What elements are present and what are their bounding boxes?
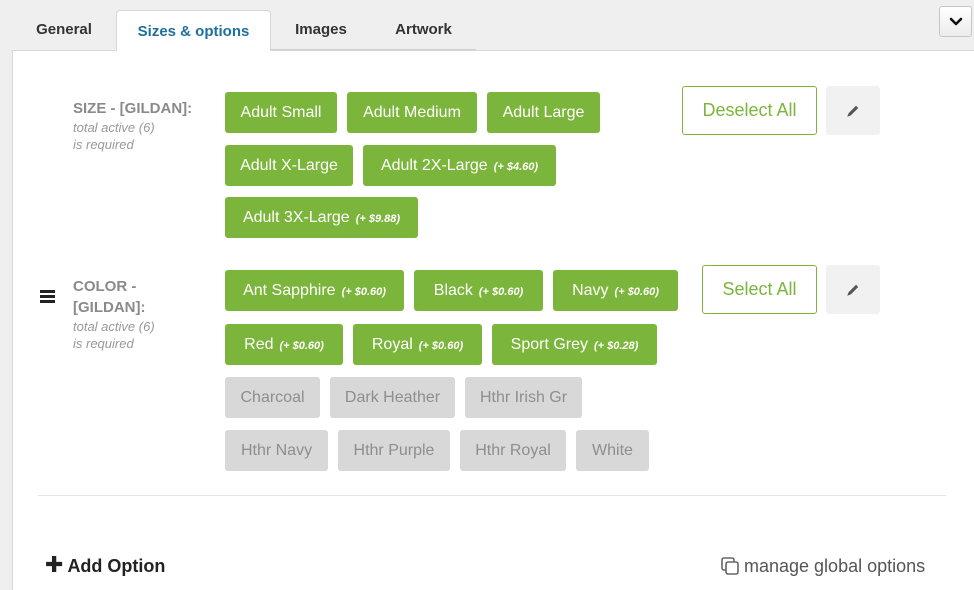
color-chip-hthr-royal[interactable]: Hthr Royal xyxy=(460,430,566,471)
color-option-required: is required xyxy=(73,336,134,351)
color-chip-sport-grey[interactable]: Sport Grey (+ $0.28) xyxy=(492,324,657,365)
size-chip-adult-medium[interactable]: Adult Medium xyxy=(347,92,477,133)
chip-label: Sport Grey xyxy=(510,336,588,353)
chip-price: (+ $0.60) xyxy=(614,286,659,298)
color-chip-black[interactable]: Black (+ $0.60) xyxy=(414,270,543,311)
size-option-title: SIZE - [GILDAN]: xyxy=(73,100,193,117)
chip-price: (+ $0.60) xyxy=(341,286,386,298)
chip-label: Hthr Purple xyxy=(353,442,435,459)
color-chip-hthr-purple[interactable]: Hthr Purple xyxy=(338,430,450,471)
chip-label: Charcoal xyxy=(240,389,305,406)
sizes-options-panel: SIZE - [GILDAN]: total active (6) is req… xyxy=(12,50,974,590)
chip-label: Adult 2X-Large xyxy=(380,157,488,174)
color-option-total-active: total active (6) xyxy=(73,319,155,334)
chip-label: Red xyxy=(244,336,274,353)
color-select-all-button[interactable]: Select All xyxy=(702,265,817,314)
chip-label: Dark Heather xyxy=(344,389,441,406)
chip-label: Hthr Navy xyxy=(240,442,313,459)
size-option-total-active: total active (6) xyxy=(73,120,155,135)
chip-label: Adult Medium xyxy=(363,104,461,121)
add-option-label: Add Option xyxy=(67,556,166,576)
color-option-title-line1: COLOR - xyxy=(73,278,137,295)
chip-label: Ant Sapphire xyxy=(243,282,336,299)
color-chip-hthr-irish-gr[interactable]: Hthr Irish Gr xyxy=(465,377,582,418)
copy-icon xyxy=(721,557,739,575)
color-edit-button[interactable] xyxy=(826,265,880,314)
chip-price: (+ $0.60) xyxy=(478,286,524,298)
size-edit-button[interactable] xyxy=(826,86,880,135)
color-chip-navy[interactable]: Navy (+ $0.60) xyxy=(553,270,678,311)
chip-label: Black xyxy=(433,282,473,299)
tab-bar: General Sizes & options Images Artwork xyxy=(0,0,974,52)
chip-label: Adult X-Large xyxy=(240,157,338,174)
size-chip-adult-3x-large[interactable]: Adult 3X-Large (+ $9.88) xyxy=(225,197,418,238)
size-chip-adult-2x-large[interactable]: Adult 2X-Large (+ $4.60) xyxy=(363,145,556,186)
color-chip-dark-heather[interactable]: Dark Heather xyxy=(330,377,455,418)
chip-price: (+ $0.28) xyxy=(594,340,639,352)
chip-price: (+ $4.60) xyxy=(493,161,539,173)
color-chip-ant-sapphire[interactable]: Ant Sapphire (+ $0.60) xyxy=(225,270,404,311)
color-chip-red[interactable]: Red (+ $0.60) xyxy=(225,324,343,365)
chip-price: (+ $9.88) xyxy=(355,213,401,225)
chip-label: Adult 3X-Large xyxy=(242,209,350,226)
size-chip-adult-large[interactable]: Adult Large xyxy=(487,92,600,133)
chip-label: Adult Small xyxy=(240,104,322,121)
chevron-down-icon xyxy=(949,17,962,25)
pencil-icon xyxy=(847,105,859,117)
chip-label: Hthr Irish Gr xyxy=(479,389,568,406)
section-divider xyxy=(38,495,946,496)
color-chip-hthr-navy[interactable]: Hthr Navy xyxy=(225,430,328,471)
tab-images[interactable]: Images xyxy=(271,16,371,50)
tab-sizes-options[interactable]: Sizes & options xyxy=(116,10,271,51)
tab-artwork[interactable]: Artwork xyxy=(371,16,476,50)
collapse-button[interactable] xyxy=(939,6,972,37)
size-chip-adult-x-large[interactable]: Adult X-Large xyxy=(225,145,353,186)
color-chip-royal[interactable]: Royal (+ $0.60) xyxy=(353,324,482,365)
size-chip-adult-small[interactable]: Adult Small xyxy=(225,92,337,133)
manage-global-options-link[interactable]: manage global options xyxy=(720,553,925,579)
plus-icon: ✚ xyxy=(45,552,64,577)
color-option-title-line2: [GILDAN]: xyxy=(73,299,146,316)
manage-global-label: manage global options xyxy=(744,556,926,576)
hamburger-drag-icon[interactable] xyxy=(40,290,55,303)
chip-label: Navy xyxy=(572,282,609,299)
tab-general[interactable]: General xyxy=(12,16,116,50)
size-deselect-all-button[interactable]: Deselect All xyxy=(682,86,817,135)
color-chip-charcoal[interactable]: Charcoal xyxy=(225,377,320,418)
size-option-required: is required xyxy=(73,137,134,152)
chip-price: (+ $0.60) xyxy=(279,340,324,352)
chip-label: Royal xyxy=(371,336,413,353)
pencil-icon xyxy=(847,284,859,296)
chip-label: Hthr Royal xyxy=(475,442,551,459)
color-chip-white[interactable]: White xyxy=(576,430,649,471)
chip-price: (+ $0.60) xyxy=(418,340,464,352)
chip-label: White xyxy=(592,442,633,459)
chip-label: Adult Large xyxy=(502,104,585,121)
add-option-button[interactable]: ✚ Add Option xyxy=(45,552,165,579)
